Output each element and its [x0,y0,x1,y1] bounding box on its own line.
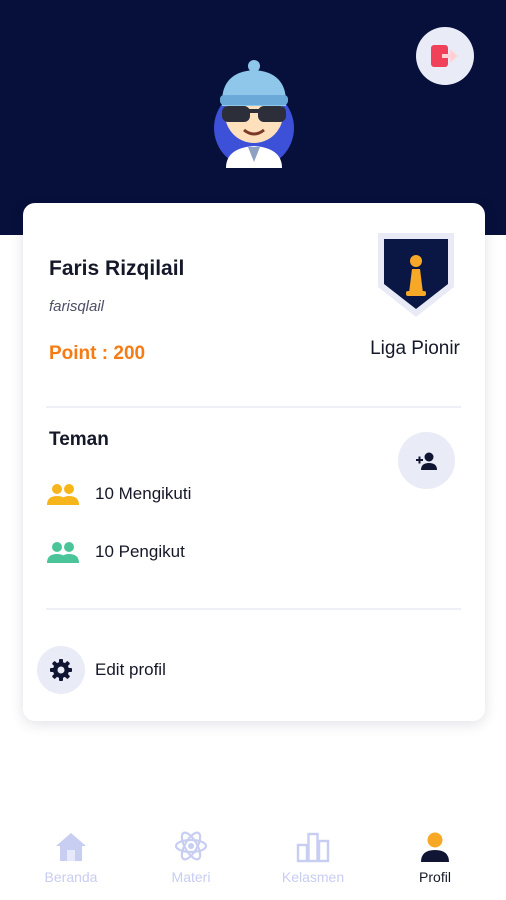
profile-card: Faris Rizqilail farisqlail Point : 200 L… [23,203,485,721]
user-avatar [214,60,294,168]
profile-points: Point : 200 [49,343,146,364]
nav-label: Kelasmen [281,869,345,885]
league-badge-icon [378,233,454,317]
divider [46,608,461,610]
edit-profile-button[interactable]: Edit profil [37,646,166,694]
nav-item-profil[interactable]: Profil [385,827,485,885]
following-label: 10 Mengikuti [95,484,192,503]
nav-label: Materi [171,869,211,885]
group-icon [45,539,81,565]
add-friend-button[interactable] [398,432,455,489]
add-person-icon [415,452,437,470]
followers-count[interactable]: 10 Pengikut [45,539,185,565]
friends-section-title: Teman [49,429,109,450]
bottom-navigation: Beranda Materi Kelasmen Profil [0,815,506,900]
gear-icon [37,646,85,694]
nav-label: Beranda [44,869,98,885]
group-icon [45,481,81,507]
nav-item-kelasmen[interactable]: Kelasmen [263,827,363,885]
profile-name: Faris Rizqilail [49,257,185,280]
leaderboard-icon [296,832,330,863]
divider [46,406,461,408]
nav-label: Profil [419,869,451,885]
logout-icon [431,45,458,67]
edit-profile-label: Edit profil [95,660,166,679]
following-count[interactable]: 10 Mengikuti [45,481,191,507]
league-name: Liga Pionir [370,338,460,359]
profile-username: farisqlail [49,298,105,315]
logout-button[interactable] [416,27,474,85]
followers-label: 10 Pengikut [95,542,185,561]
home-icon [56,833,86,861]
nav-item-beranda[interactable]: Beranda [21,827,121,885]
person-icon [421,832,449,862]
nav-item-materi[interactable]: Materi [141,827,241,885]
atom-icon [174,831,208,861]
